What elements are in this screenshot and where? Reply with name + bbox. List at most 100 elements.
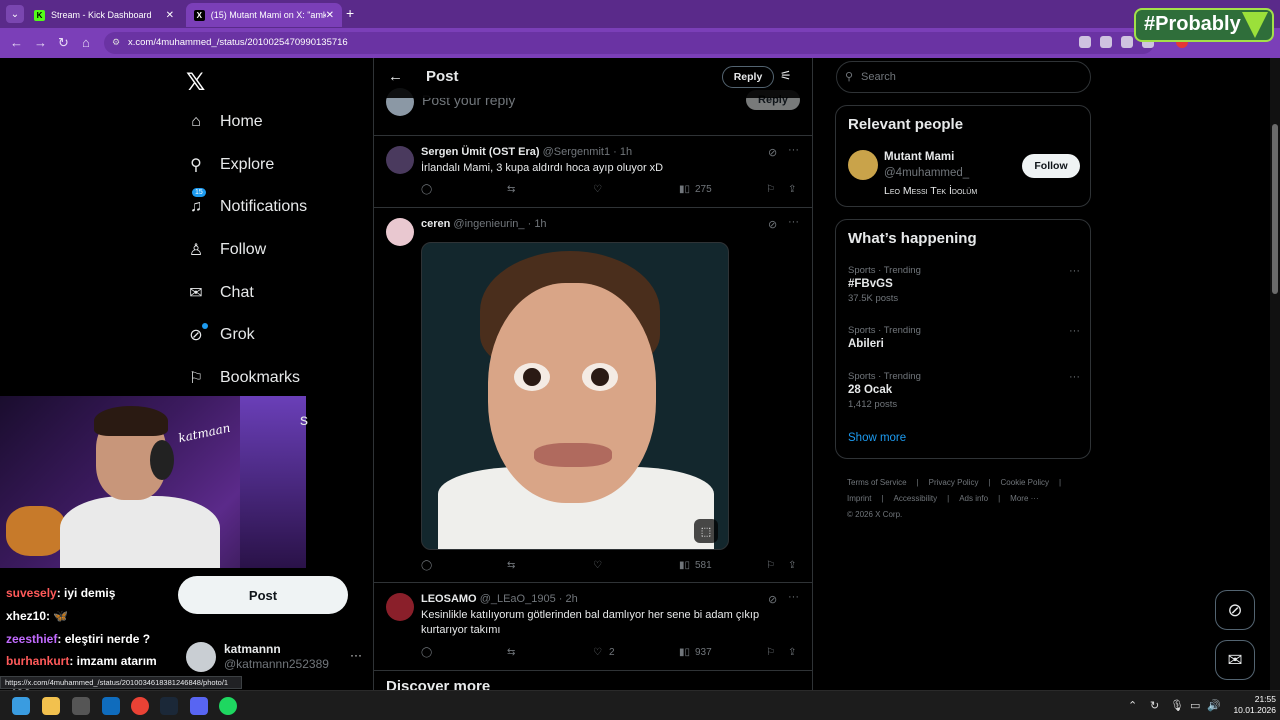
forward-icon[interactable]: → bbox=[34, 35, 47, 50]
tweet-author-name[interactable]: ceren bbox=[421, 218, 450, 230]
tweet-author-name[interactable]: Sergen Ümit (OST Era) bbox=[421, 146, 540, 158]
retweet-icon[interactable]: ⇆ bbox=[507, 647, 515, 658]
footer-ads-info[interactable]: Ads info bbox=[959, 494, 988, 503]
more-icon[interactable]: ··· bbox=[350, 648, 362, 662]
tweet-media-image[interactable]: ⬚ bbox=[421, 242, 729, 550]
chat-fab-icon[interactable]: ✉ bbox=[1215, 640, 1255, 680]
nav-home[interactable]: ⌂ Home bbox=[186, 109, 263, 135]
scrollbar-thumb[interactable] bbox=[1272, 124, 1278, 294]
tweet-handle[interactable]: @ingenieurin_ bbox=[453, 218, 524, 230]
reload-icon[interactable]: ↻ bbox=[58, 35, 69, 51]
zoom-icon[interactable] bbox=[1121, 36, 1133, 48]
bookmark-icon[interactable]: ⚐ bbox=[766, 184, 775, 195]
retweet-icon[interactable]: ⇆ bbox=[507, 560, 515, 571]
reply-tweet[interactable]: LEOSAMO @_LEaO_1905 · 2h ⊘ ··· Kesinlikl… bbox=[374, 583, 812, 671]
steam-icon[interactable] bbox=[160, 697, 178, 715]
footer-imprint[interactable]: Imprint bbox=[847, 494, 871, 503]
chrome-icon[interactable] bbox=[131, 697, 149, 715]
network-icon[interactable]: ▭ bbox=[1190, 699, 1200, 712]
tweet-time[interactable]: · 1h bbox=[613, 146, 632, 158]
home-icon[interactable]: ⌂ bbox=[82, 35, 90, 50]
taskbar-clock[interactable]: 21:55 10.01.2026 bbox=[1222, 694, 1276, 716]
outlook-icon[interactable] bbox=[102, 697, 120, 715]
new-tab-icon[interactable]: + bbox=[346, 5, 354, 21]
close-tab-icon[interactable]: ✕ bbox=[326, 10, 334, 21]
tweet-handle[interactable]: @_LEaO_1905 bbox=[480, 593, 556, 605]
nav-bookmarks[interactable]: ⚐ Bookmarks bbox=[186, 365, 300, 391]
person-name[interactable]: Mutant Mami bbox=[884, 151, 954, 163]
avatar[interactable] bbox=[386, 218, 414, 246]
account-switcher[interactable]: katmannn @katmannn252389 ··· bbox=[186, 640, 362, 676]
tweet-author-name[interactable]: LEOSAMO bbox=[421, 593, 477, 605]
nav-grok[interactable]: ⊘ Grok bbox=[186, 322, 255, 348]
grok-explain-icon[interactable]: ⊘ bbox=[768, 146, 777, 159]
like-icon[interactable]: ♡ bbox=[593, 560, 602, 571]
file-explorer-icon[interactable] bbox=[42, 697, 60, 715]
reply-icon[interactable]: ◯ bbox=[421, 560, 432, 571]
trend-item[interactable]: Sports · Trending #FBvGS 37.5K posts ··· bbox=[848, 265, 1080, 304]
more-icon[interactable]: ··· bbox=[1069, 371, 1080, 383]
footer-terms[interactable]: Terms of Service bbox=[847, 478, 907, 487]
reply-tweet[interactable]: Sergen Ümit (OST Era) @Sergenmit1 · 1h ⊘… bbox=[374, 136, 812, 208]
share-icon[interactable]: ⇪ bbox=[788, 647, 796, 658]
grok-explain-icon[interactable]: ⊘ bbox=[768, 593, 777, 606]
volume-icon[interactable]: 🔊 bbox=[1207, 699, 1221, 712]
url-field[interactable]: ⚙ x.com/4muhammed_/status/20100254709901… bbox=[104, 32, 1154, 54]
sync-icon[interactable]: ↻ bbox=[1150, 699, 1159, 712]
more-icon[interactable]: ··· bbox=[1069, 325, 1080, 337]
reply-icon[interactable]: ◯ bbox=[421, 184, 432, 195]
views-icon[interactable]: ▮▯ bbox=[679, 184, 690, 195]
reply-icon[interactable]: ◯ bbox=[421, 647, 432, 658]
footer-accessibility[interactable]: Accessibility bbox=[894, 494, 938, 503]
site-info-icon[interactable]: ⚙ bbox=[112, 37, 120, 48]
more-icon[interactable]: ··· bbox=[788, 591, 799, 603]
filter-settings-icon[interactable]: ⚟ bbox=[780, 68, 792, 84]
x-logo-icon[interactable]: 𝕏 bbox=[186, 68, 205, 97]
views-icon[interactable]: ▮▯ bbox=[679, 560, 690, 571]
footer-more[interactable]: More ··· bbox=[1010, 494, 1038, 503]
spotify-icon[interactable] bbox=[219, 697, 237, 715]
mic-icon[interactable]: 🎙 bbox=[1170, 699, 1184, 712]
tweet-handle[interactable]: @Sergenmit1 bbox=[543, 146, 610, 158]
grok-fab-icon[interactable]: ⊘ bbox=[1215, 590, 1255, 630]
tab-x-post[interactable]: X (15) Mutant Mami on X: "amk c ✕ bbox=[186, 3, 342, 27]
tweet-time[interactable]: · 1h bbox=[528, 218, 547, 230]
bookmark-icon[interactable]: ⚐ bbox=[766, 560, 775, 571]
bookmark-icon[interactable]: ⚐ bbox=[766, 647, 775, 658]
views-icon[interactable]: ▮▯ bbox=[679, 647, 690, 658]
cast-icon[interactable] bbox=[1079, 36, 1091, 48]
reply-tweet[interactable]: ceren @ingenieurin_ · 1h ⊘ ··· ⬚ ◯ ⇆ ♡ ▮… bbox=[374, 208, 812, 583]
more-icon[interactable]: ··· bbox=[788, 216, 799, 228]
post-button[interactable]: Post bbox=[178, 576, 348, 614]
close-tab-icon[interactable]: ✕ bbox=[166, 10, 174, 21]
grok-explain-icon[interactable]: ⊘ bbox=[768, 218, 777, 231]
nav-explore[interactable]: ⚲ Explore bbox=[186, 152, 274, 178]
image-alt-icon[interactable]: ⬚ bbox=[694, 519, 718, 543]
translate-icon[interactable] bbox=[1100, 36, 1112, 48]
show-more-link[interactable]: Show more bbox=[848, 432, 906, 444]
windows-start-icon[interactable] bbox=[12, 697, 30, 715]
discord-icon[interactable] bbox=[190, 697, 208, 715]
store-icon[interactable] bbox=[72, 697, 90, 715]
more-icon[interactable]: ··· bbox=[788, 144, 799, 156]
avatar[interactable] bbox=[386, 593, 414, 621]
tab-search-icon[interactable]: ⌄ bbox=[6, 5, 24, 23]
search-input[interactable]: ⚲ Search bbox=[836, 61, 1091, 93]
tweet-time[interactable]: · 2h bbox=[559, 593, 578, 605]
nav-notifications[interactable]: ♫ 15 Notifications bbox=[186, 188, 307, 220]
trend-item[interactable]: Sports · Trending Abileri ··· bbox=[848, 325, 1080, 350]
back-icon[interactable]: ← bbox=[10, 35, 23, 50]
retweet-icon[interactable]: ⇆ bbox=[507, 184, 515, 195]
person-handle[interactable]: @4muhammed_ bbox=[884, 167, 969, 179]
follow-button[interactable]: Follow bbox=[1022, 154, 1080, 178]
nav-follow[interactable]: ♙ Follow bbox=[186, 237, 266, 263]
trend-item[interactable]: Sports · Trending 28 Ocak 1,412 posts ··… bbox=[848, 371, 1080, 410]
tab-kick-dashboard[interactable]: K Stream - Kick Dashboard ✕ bbox=[26, 3, 182, 27]
share-icon[interactable]: ⇪ bbox=[788, 560, 796, 571]
avatar[interactable] bbox=[386, 146, 414, 174]
more-icon[interactable]: ··· bbox=[1069, 265, 1080, 277]
avatar[interactable] bbox=[848, 150, 878, 180]
tray-overflow-icon[interactable]: ⌃ bbox=[1128, 699, 1137, 712]
footer-cookie[interactable]: Cookie Policy bbox=[1001, 478, 1049, 487]
nav-chat[interactable]: ✉ Chat bbox=[186, 280, 254, 306]
